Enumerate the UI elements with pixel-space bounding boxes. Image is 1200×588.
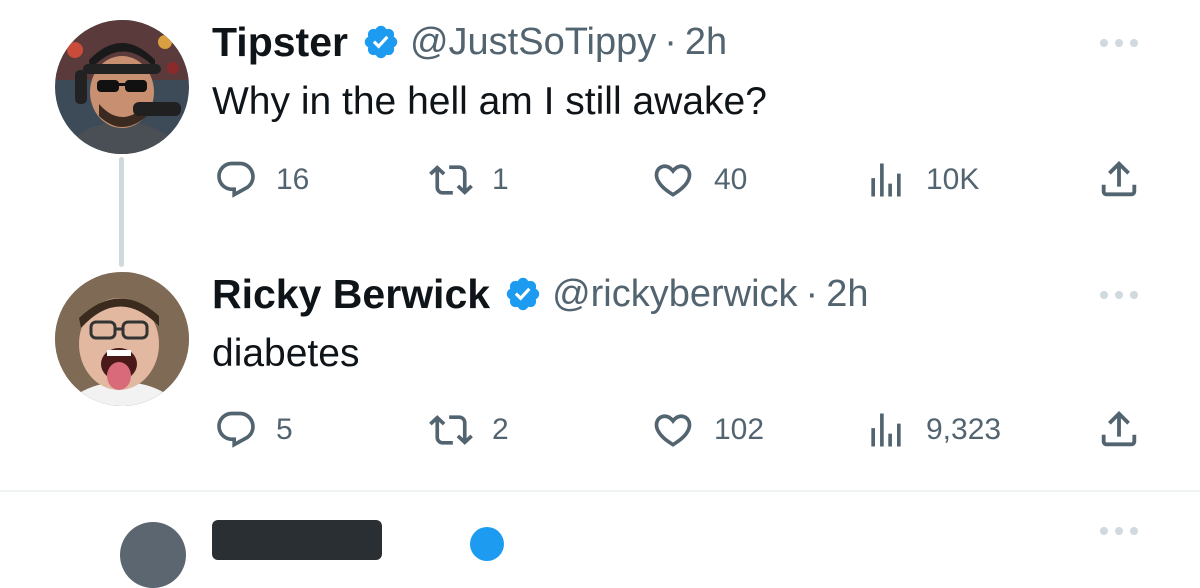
share-button[interactable] <box>1096 406 1142 452</box>
reply-icon <box>217 161 255 198</box>
timestamp[interactable]: 2h <box>826 273 868 316</box>
next-tweet-more-options-icon[interactable] <box>1098 525 1140 537</box>
separator-dot: · <box>664 20 677 63</box>
next-tweet-verified-badge-icon <box>470 527 504 561</box>
tweet-tipster[interactable]: Tipster @JustSoTippy · 2h Why in the hel… <box>0 0 1200 268</box>
views-bar-chart-icon <box>871 413 901 447</box>
reply-count: 16 <box>276 163 310 196</box>
avatar-image <box>55 20 189 154</box>
timestamp[interactable]: 2h <box>685 21 727 64</box>
separator-dot: · <box>805 272 819 315</box>
views-bar-chart-icon <box>871 163 901 197</box>
more-options-icon[interactable] <box>1096 28 1142 58</box>
retweet-icon <box>429 165 473 195</box>
avatar-tipster[interactable] <box>55 20 189 154</box>
more-options-icon[interactable] <box>1096 280 1142 310</box>
like-button[interactable]: 102 <box>650 408 764 452</box>
reply-button[interactable]: 5 <box>214 408 293 452</box>
like-count: 40 <box>714 163 748 196</box>
retweet-button[interactable]: 2 <box>428 408 509 452</box>
next-tweet-avatar[interactable] <box>120 522 186 588</box>
share-upload-icon <box>1101 410 1137 447</box>
reply-count: 5 <box>276 413 293 446</box>
retweet-count: 1 <box>492 163 509 196</box>
display-name[interactable]: Tipster <box>212 19 348 66</box>
tweet-header: Tipster @JustSoTippy · 2h <box>212 16 727 68</box>
like-count: 102 <box>714 413 765 446</box>
retweet-button[interactable]: 1 <box>428 158 509 202</box>
next-tweet-name-cropped <box>212 520 382 560</box>
user-handle[interactable]: @rickyberwick <box>552 273 797 316</box>
reply-button[interactable]: 16 <box>214 158 309 202</box>
like-button[interactable]: 40 <box>650 158 747 202</box>
display-name[interactable]: Ricky Berwick <box>212 271 490 318</box>
verified-badge-icon <box>362 23 400 61</box>
like-heart-icon <box>654 414 692 447</box>
views-count: 9,323 <box>926 413 1002 446</box>
retweet-count: 2 <box>492 413 509 446</box>
tweet-text: Why in the hell am I still awake? <box>212 80 767 123</box>
retweet-icon <box>429 415 473 445</box>
thread-line <box>119 157 124 267</box>
share-upload-icon <box>1101 160 1137 197</box>
avatar-ricky-berwick[interactable] <box>55 272 189 406</box>
share-button[interactable] <box>1096 156 1142 202</box>
user-handle[interactable]: @JustSoTippy <box>410 21 656 64</box>
tweet-ricky-berwick[interactable]: Ricky Berwick @rickyberwick · 2h diabete… <box>0 268 1200 490</box>
like-heart-icon <box>654 164 692 197</box>
views-button[interactable]: 9,323 <box>864 408 1001 452</box>
reply-icon <box>217 411 255 448</box>
tweet-text: diabetes <box>212 332 360 375</box>
views-button[interactable]: 10K <box>864 158 979 202</box>
views-count: 10K <box>926 163 980 196</box>
verified-badge-icon <box>504 275 542 313</box>
tweet-divider <box>0 490 1200 492</box>
tweet-header: Ricky Berwick @rickyberwick · 2h <box>212 268 868 320</box>
avatar-image <box>55 272 189 406</box>
